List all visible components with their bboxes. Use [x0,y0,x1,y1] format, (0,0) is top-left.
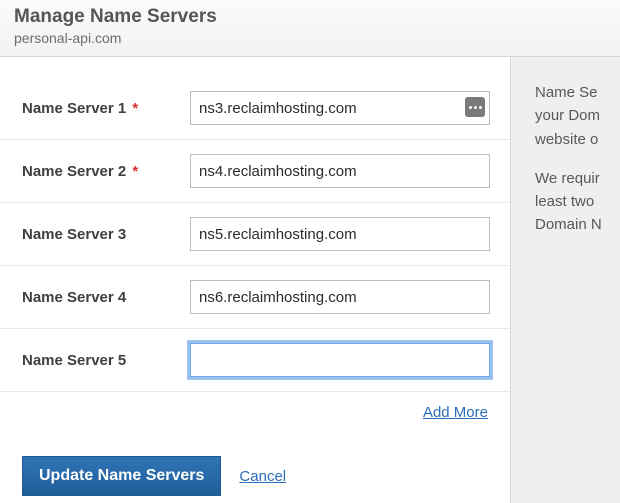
cancel-link[interactable]: Cancel [239,468,286,485]
required-mark: * [132,100,138,117]
sidebar-text: your Dom [535,107,600,124]
sidebar-text: website o [535,131,598,148]
info-sidebar: Name Se your Dom website o We requir lea… [510,57,620,503]
password-manager-icon[interactable] [465,97,485,117]
sidebar-text: least two [535,193,594,210]
name-server-row: Name Server 4 [0,266,510,329]
field-label: Name Server 4 [22,289,190,306]
field-label: Name Server 2 * [22,163,190,180]
name-server-row: Name Server 3 [0,203,510,266]
name-server-input-2[interactable] [190,154,490,188]
name-server-input-1[interactable] [190,91,490,125]
input-wrap [190,154,490,188]
input-wrap [190,280,490,314]
field-label: Name Server 3 [22,226,190,243]
required-mark: * [132,163,138,180]
input-wrap [190,217,490,251]
name-server-input-3[interactable] [190,217,490,251]
input-wrap [190,91,490,125]
sidebar-text: Domain N [535,216,602,233]
input-wrap [190,343,490,377]
sidebar-text: We requir [535,170,600,187]
name-server-input-4[interactable] [190,280,490,314]
field-label: Name Server 1 * [22,100,190,117]
page-title: Manage Name Servers [14,6,606,28]
add-more-link[interactable]: Add More [423,404,488,421]
name-server-input-5[interactable] [190,343,490,377]
update-name-servers-button[interactable]: Update Name Servers [22,456,221,496]
sidebar-text: Name Se [535,84,598,101]
name-server-row: Name Server 1 * [0,77,510,140]
domain-name: personal-api.com [14,30,606,46]
main-panel: Name Server 1 * Name Server 2 * Name Serve… [0,57,510,503]
field-label: Name Server 5 [22,352,190,369]
name-server-row: Name Server 5 [0,329,510,392]
page-header: Manage Name Servers personal-api.com [0,0,620,57]
name-server-row: Name Server 2 * [0,140,510,203]
